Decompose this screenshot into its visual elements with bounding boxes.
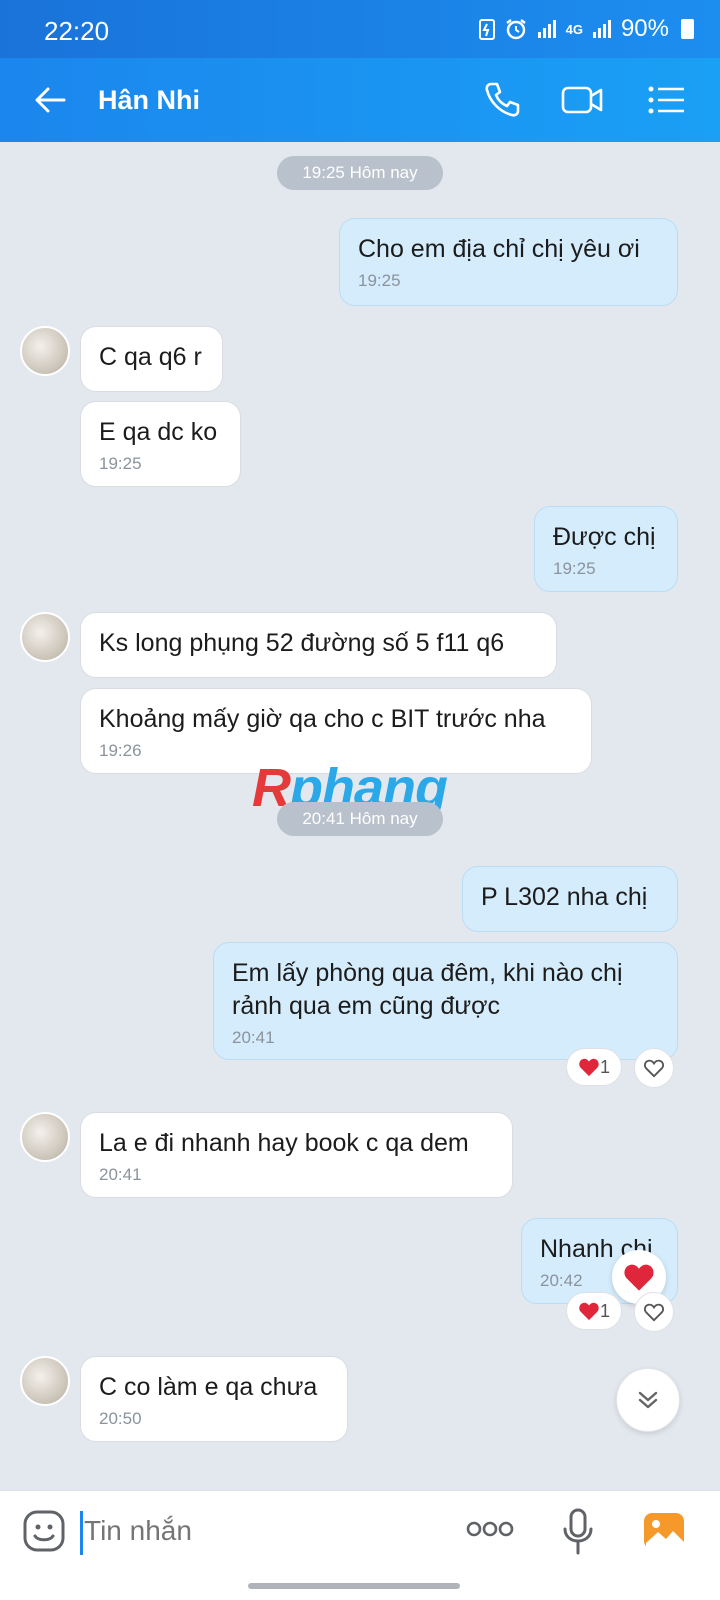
message-time: 19:25 bbox=[553, 559, 596, 578]
reaction-count-badge[interactable]: 1 bbox=[566, 1048, 622, 1086]
message-time: 20:50 bbox=[99, 1409, 142, 1428]
microphone-icon[interactable] bbox=[562, 1507, 594, 1555]
network-type-label: 4G bbox=[565, 21, 583, 37]
message-text: Ks long phụng 52 đường số 5 f11 q6 bbox=[99, 629, 505, 657]
message-text: P L302 nha chị bbox=[481, 883, 648, 911]
image-gallery-icon[interactable] bbox=[642, 1509, 686, 1553]
emoji-icon[interactable] bbox=[22, 1509, 66, 1553]
scroll-to-bottom-button[interactable] bbox=[616, 1368, 680, 1432]
signal-icon bbox=[537, 20, 556, 38]
menu-list-icon[interactable] bbox=[644, 78, 688, 122]
reaction-count-badge[interactable]: 1 bbox=[566, 1292, 622, 1330]
avatar[interactable] bbox=[20, 612, 70, 662]
chat-header: Hân Nhi bbox=[0, 58, 720, 142]
heart-icon bbox=[579, 1302, 599, 1321]
message-bubble-incoming[interactable]: Ks long phụng 52 đường số 5 f11 q6 bbox=[80, 612, 557, 678]
message-input-bar bbox=[0, 1490, 720, 1600]
react-heart-button[interactable] bbox=[634, 1048, 674, 1088]
battery-percent: 90% bbox=[620, 15, 669, 42]
message-bubble-outgoing[interactable]: Em lấy phòng qua đêm, khi nào chị rảnh q… bbox=[213, 942, 678, 1060]
heart-outline-icon bbox=[644, 1059, 664, 1078]
message-bubble-incoming[interactable]: E qa dc ko 19:25 bbox=[80, 401, 241, 487]
message-text: Cho em địa chỉ chị yêu ơi bbox=[358, 235, 640, 263]
avatar[interactable] bbox=[20, 1112, 70, 1162]
message-bubble-outgoing[interactable]: Cho em địa chỉ chị yêu ơi 19:25 bbox=[339, 218, 678, 306]
text-cursor bbox=[80, 1511, 83, 1555]
avatar[interactable] bbox=[20, 1356, 70, 1406]
alarm-icon bbox=[505, 19, 526, 40]
status-icons: 4G 90% bbox=[478, 15, 694, 43]
status-time: 22:20 bbox=[44, 16, 110, 46]
chat-area[interactable]: 19:25 Hôm nay Cho em địa chỉ chị yêu ơi … bbox=[0, 142, 720, 1490]
double-chevron-down-icon bbox=[638, 1391, 658, 1409]
message-text: La e đi nhanh hay book c qa dem bbox=[99, 1129, 469, 1157]
signal-icon-2 bbox=[592, 20, 611, 38]
battery-icon bbox=[681, 19, 694, 39]
status-bar: 22:20 4G 90% bbox=[0, 0, 720, 58]
message-bubble-incoming[interactable]: C co làm e qa chưa 20:50 bbox=[80, 1356, 348, 1442]
message-time: 19:25 bbox=[358, 271, 401, 290]
more-options-icon[interactable] bbox=[466, 1517, 514, 1541]
message-time: 20:41 bbox=[99, 1165, 142, 1184]
message-bubble-incoming[interactable]: C qa q6 r bbox=[80, 326, 223, 392]
message-text: C co làm e qa chưa bbox=[99, 1373, 318, 1401]
react-heart-button[interactable] bbox=[634, 1292, 674, 1332]
message-text: Em lấy phòng qua đêm, khi nào chị rảnh q… bbox=[232, 959, 623, 1020]
message-bubble-outgoing[interactable]: P L302 nha chị bbox=[462, 866, 678, 932]
message-text: Được chị bbox=[553, 523, 656, 551]
message-bubble-incoming[interactable]: La e đi nhanh hay book c qa dem 20:41 bbox=[80, 1112, 513, 1198]
video-call-icon[interactable] bbox=[560, 78, 604, 122]
battery-saver-icon bbox=[478, 19, 495, 40]
heart-icon bbox=[624, 1264, 654, 1291]
heart-outline-icon bbox=[644, 1303, 664, 1322]
message-text: C qa q6 r bbox=[99, 343, 202, 371]
message-input[interactable] bbox=[84, 1515, 424, 1547]
date-separator: 19:25 Hôm nay bbox=[277, 156, 443, 190]
message-time: 19:25 bbox=[99, 454, 142, 473]
message-text: Khoảng mấy giờ qa cho c BIT trước nha bbox=[99, 705, 546, 733]
back-arrow-icon[interactable] bbox=[30, 80, 70, 120]
date-separator: 20:41 Hôm nay bbox=[277, 802, 443, 836]
avatar[interactable] bbox=[20, 326, 70, 376]
message-time: 20:41 bbox=[232, 1028, 275, 1047]
message-text: E qa dc ko bbox=[99, 418, 218, 446]
home-indicator bbox=[248, 1583, 460, 1589]
contact-name[interactable]: Hân Nhi bbox=[98, 85, 200, 116]
message-bubble-outgoing[interactable]: Được chị 19:25 bbox=[534, 506, 678, 592]
heart-icon bbox=[579, 1058, 599, 1077]
phone-icon[interactable] bbox=[480, 78, 524, 122]
